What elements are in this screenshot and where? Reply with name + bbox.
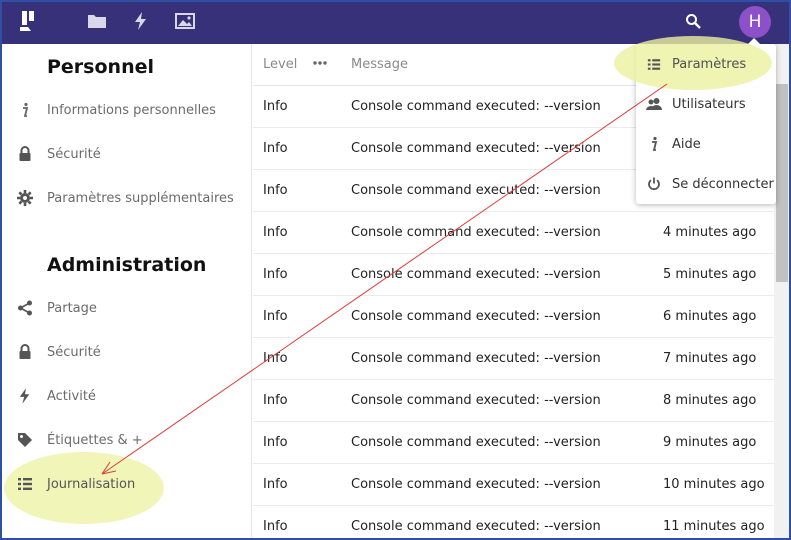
users-icon	[636, 97, 672, 111]
cell-message: Console command executed: --version	[351, 351, 601, 366]
cell-message: Console command executed: --version	[351, 435, 601, 450]
menu-item-label: Utilisateurs	[672, 96, 746, 112]
table-row[interactable]: Info Console command executed: --version 4…	[253, 212, 774, 254]
sidebar-item-label: Sécurité	[47, 146, 101, 162]
sidebar-item-logging[interactable]: Journalisation	[0, 464, 252, 504]
avatar-initial: H	[748, 12, 762, 32]
cell-message: Console command executed: --version	[351, 99, 601, 114]
activity-icon[interactable]	[132, 10, 150, 32]
lock-icon	[0, 146, 47, 162]
sidebar-item-label: Journalisation	[47, 476, 136, 492]
cell-time: 7 minutes ago	[663, 351, 757, 366]
tag-icon	[0, 432, 47, 448]
share-icon	[0, 300, 47, 316]
search-icon[interactable]	[684, 10, 702, 32]
cell-message: Console command executed: --version	[351, 477, 601, 492]
scrollbar-thumb[interactable]	[776, 84, 788, 282]
cell-level: Info	[263, 141, 288, 156]
folder-icon[interactable]	[86, 10, 108, 32]
cell-message: Console command executed: --version	[351, 183, 601, 198]
sidebar-item-security-admin[interactable]: Sécurité	[0, 332, 252, 372]
sidebar-item-personal-info[interactable]: Informations personnelles	[0, 90, 252, 130]
info-icon	[0, 102, 47, 118]
cell-level: Info	[263, 267, 288, 282]
table-row[interactable]: Info Console command executed: --version 1…	[253, 464, 774, 506]
cell-time: 8 minutes ago	[663, 393, 757, 408]
cell-time: 6 minutes ago	[663, 309, 757, 324]
sidebar-item-label: Étiquettes & +	[47, 432, 143, 448]
table-row[interactable]: Info Console command executed: --version 1…	[253, 506, 774, 540]
sidebar-item-security-personal[interactable]: Sécurité	[0, 134, 252, 174]
section-title-personal: Personnel	[47, 56, 154, 78]
cell-message: Console command executed: --version	[351, 519, 601, 534]
activity-icon	[0, 388, 47, 404]
menu-item-label: Aide	[672, 136, 701, 152]
menu-item-help[interactable]: Aide	[636, 124, 776, 164]
cell-level: Info	[263, 393, 288, 408]
cell-message: Console command executed: --version	[351, 309, 601, 324]
cell-time: 9 minutes ago	[663, 435, 757, 450]
cell-time: 10 minutes ago	[663, 477, 765, 492]
table-row[interactable]: Info Console command executed: --version 8…	[253, 380, 774, 422]
image-icon[interactable]	[174, 10, 196, 32]
table-row[interactable]: Info Console command executed: --version 6…	[253, 296, 774, 338]
sidebar-item-label: Activité	[47, 388, 96, 404]
cell-time: 11 minutes ago	[663, 519, 765, 534]
sidebar-item-label: Informations personnelles	[47, 102, 216, 118]
settings-sidebar: Personnel Informations personnelles Sécu…	[0, 44, 252, 540]
settings-list-icon	[636, 58, 672, 71]
menu-item-settings-overlay[interactable]: Paramètres	[636, 44, 776, 84]
sidebar-item-sharing[interactable]: Partage	[0, 288, 252, 328]
cell-time: 5 minutes ago	[663, 267, 757, 282]
column-header-message[interactable]: Message	[351, 57, 408, 72]
menu-item-label: Se déconnecter	[672, 176, 774, 192]
cell-level: Info	[263, 309, 288, 324]
cell-time: 4 minutes ago	[663, 225, 757, 240]
table-row[interactable]: Info Console command executed: --version 7…	[253, 338, 774, 380]
cell-level: Info	[263, 225, 288, 240]
sidebar-item-label: Paramètres supplémentaires	[47, 190, 234, 206]
sidebar-item-label: Sécurité	[47, 344, 101, 360]
menu-item-label: Paramètres	[672, 56, 747, 72]
cell-level: Info	[263, 351, 288, 366]
cell-level: Info	[263, 183, 288, 198]
cell-level: Info	[263, 519, 288, 534]
logo-icon[interactable]	[18, 10, 38, 32]
sidebar-item-additional-settings[interactable]: Paramètres supplémentaires	[0, 178, 252, 218]
sidebar-item-label: Partage	[47, 300, 97, 316]
cell-message: Console command executed: --version	[351, 267, 601, 282]
table-row[interactable]: Info Console command executed: --version 9…	[253, 422, 774, 464]
sidebar-item-tags[interactable]: Étiquettes & +	[0, 420, 252, 460]
section-title-admin: Administration	[47, 254, 207, 276]
menu-item-logout[interactable]: Se déconnecter	[636, 164, 776, 204]
power-icon	[636, 177, 672, 191]
avatar[interactable]: H	[739, 6, 771, 38]
cell-level: Info	[263, 477, 288, 492]
cell-message: Console command executed: --version	[351, 225, 601, 240]
list-icon	[0, 477, 47, 491]
gear-icon	[0, 190, 47, 206]
info-icon	[636, 136, 672, 152]
cell-level: Info	[263, 99, 288, 114]
column-header-level[interactable]: Level	[263, 57, 297, 72]
lock-icon	[0, 344, 47, 360]
menu-item-users[interactable]: Utilisateurs	[636, 84, 776, 124]
cell-message: Console command executed: --version	[351, 393, 601, 408]
cell-message: Console command executed: --version	[351, 141, 601, 156]
sidebar-item-activity[interactable]: Activité	[0, 376, 252, 416]
more-icon[interactable]	[313, 54, 327, 76]
table-row[interactable]: Info Console command executed: --version 5…	[253, 254, 774, 296]
cell-level: Info	[263, 435, 288, 450]
